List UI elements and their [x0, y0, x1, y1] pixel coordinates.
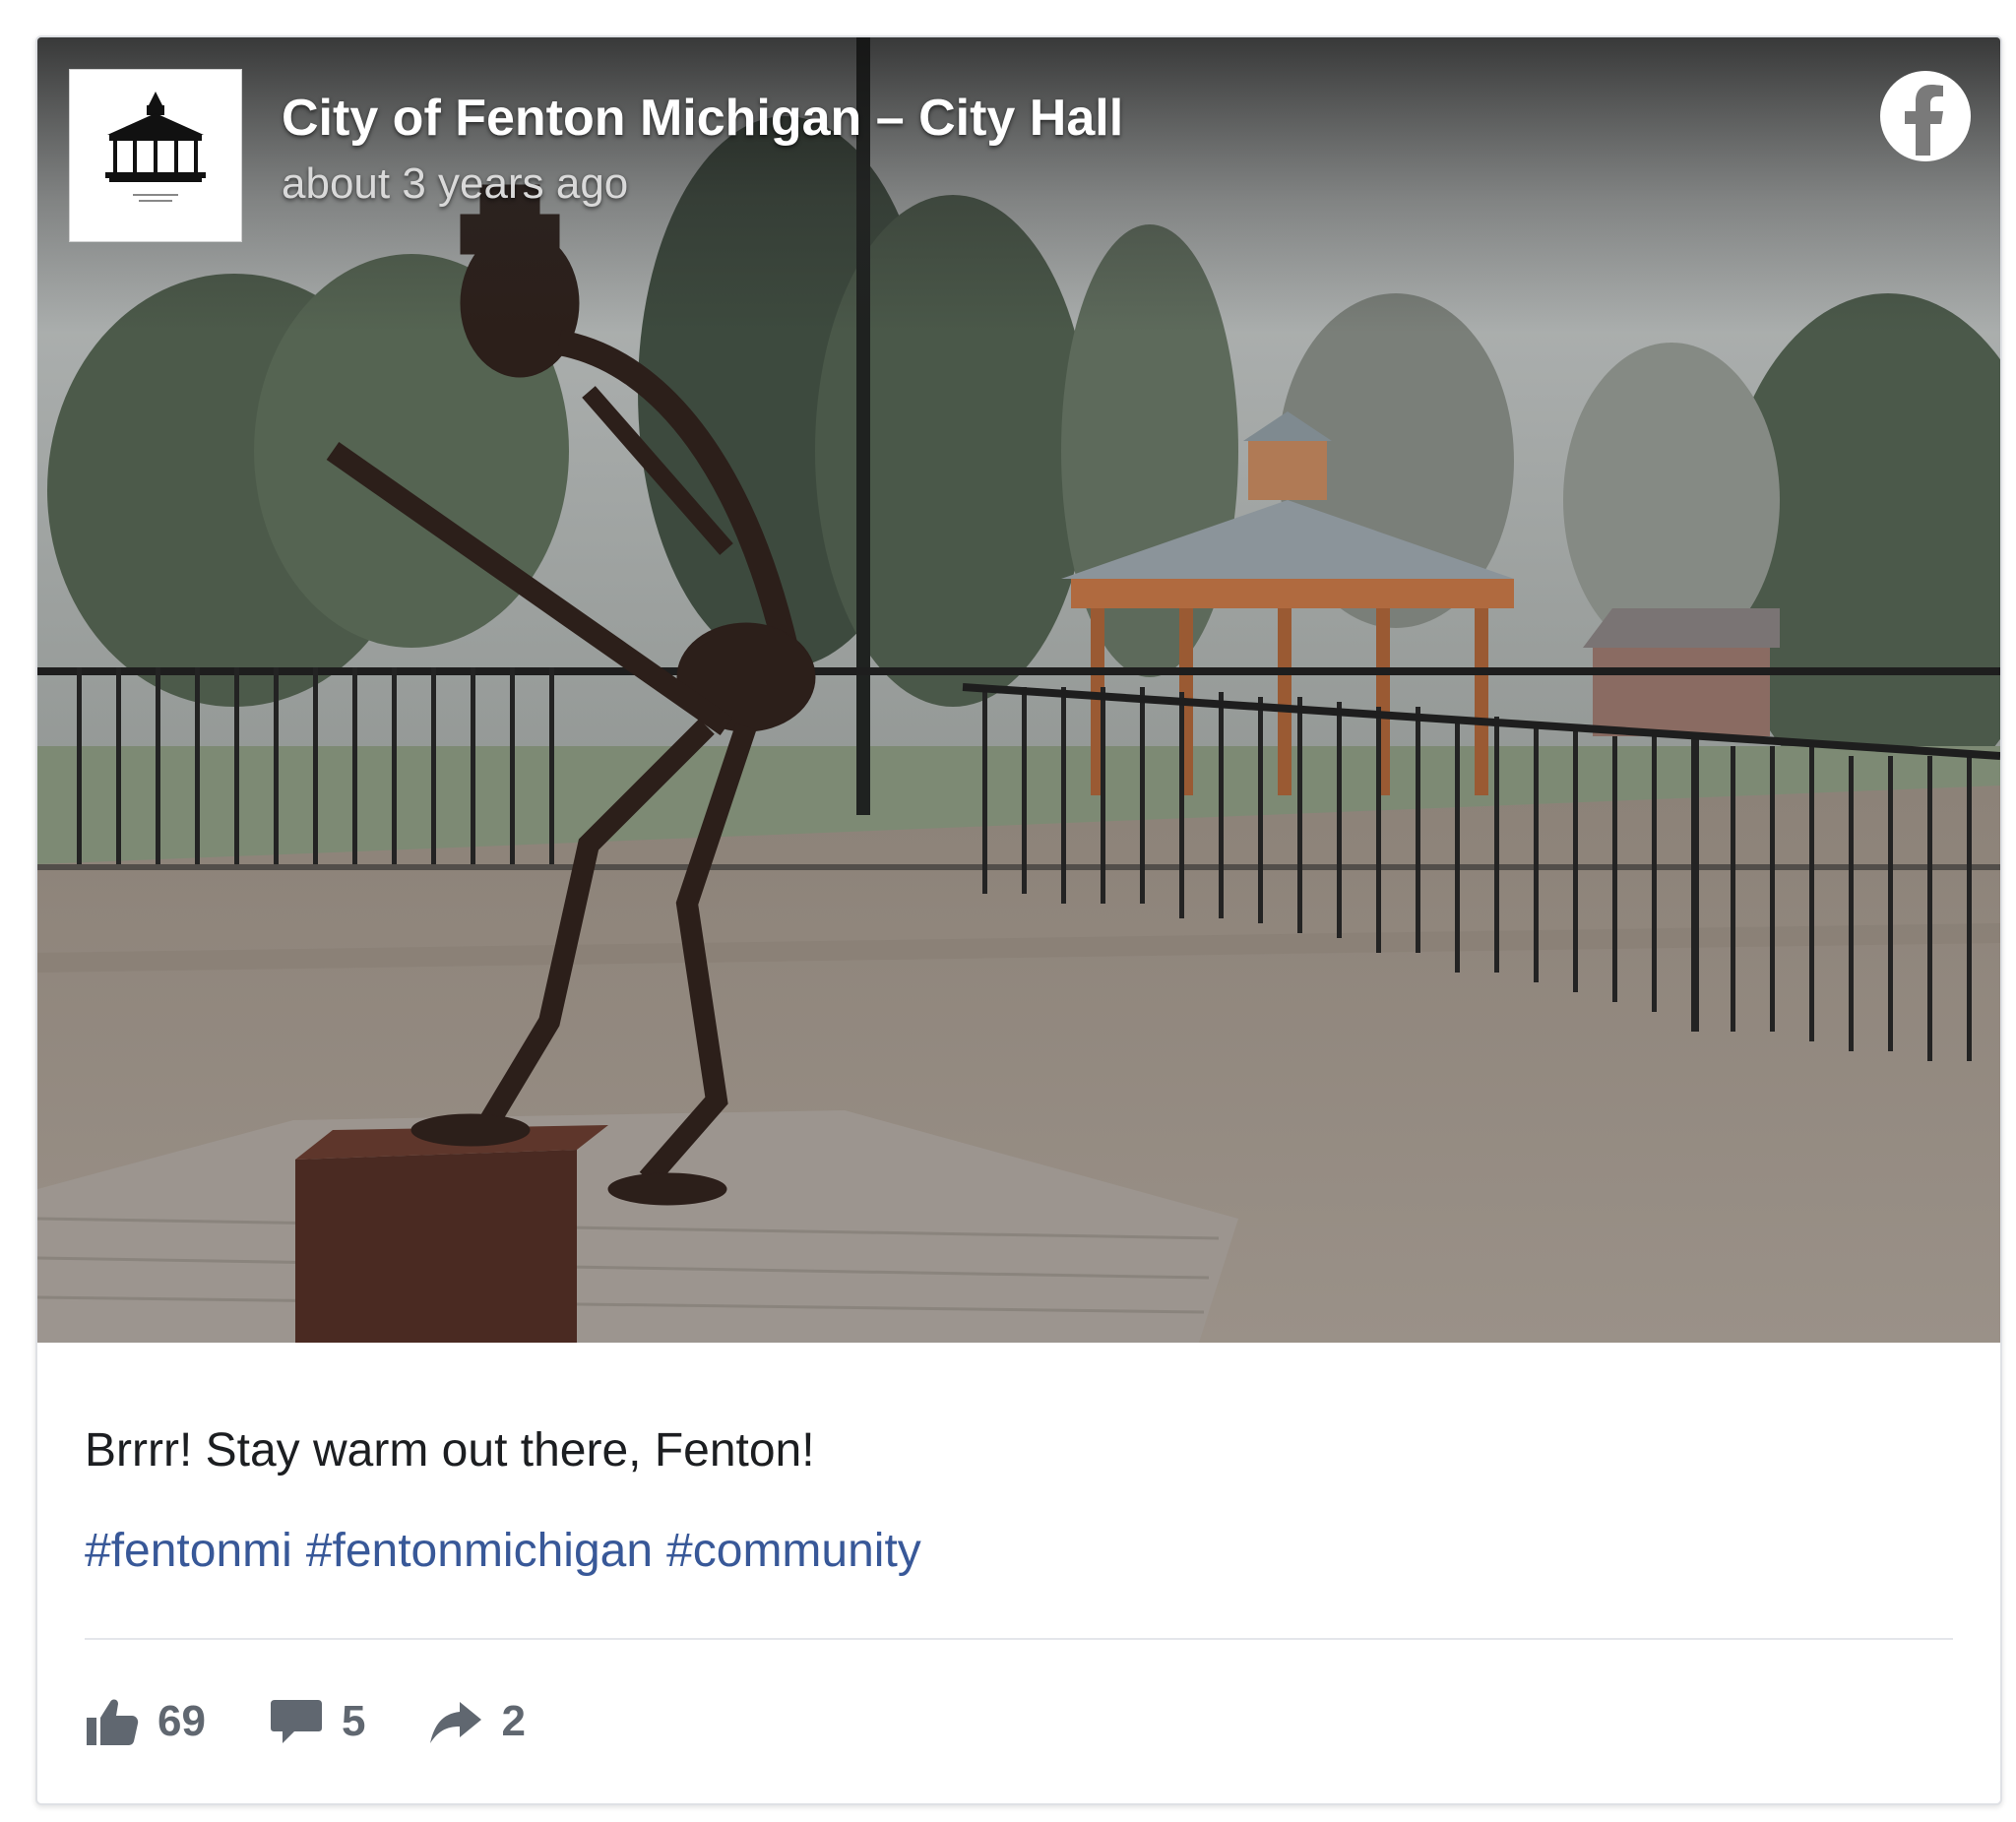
share-count: 2: [501, 1697, 526, 1745]
hashtag-link[interactable]: #community: [666, 1525, 921, 1577]
comment-count: 5: [341, 1697, 366, 1745]
divider: [85, 1638, 1953, 1640]
hashtag-link[interactable]: #fentonmichigan: [306, 1525, 653, 1577]
hashtag-list: #fentonmi #fentonmichigan #community: [85, 1524, 935, 1578]
thumbs-up-icon: [87, 1699, 139, 1745]
gazebo-logo-icon: [70, 70, 241, 241]
facebook-icon[interactable]: [1878, 69, 1973, 163]
post-timestamp[interactable]: about 3 years ago: [282, 159, 628, 209]
page-name[interactable]: City of Fenton Michigan – City Hall: [282, 89, 1123, 148]
like-button[interactable]: 69: [85, 1696, 206, 1747]
comment-icon: [270, 1700, 322, 1743]
post-message: Brrrr! Stay warm out there, Fenton!: [85, 1424, 815, 1476]
facebook-post-card: City of Fenton Michigan – City Hall abou…: [35, 35, 2002, 1805]
share-arrow-icon: [430, 1702, 482, 1743]
post-actions: 69 5 2: [85, 1687, 589, 1756]
facebook-logo-svg: [1880, 71, 1971, 161]
post-photo[interactable]: City of Fenton Michigan – City Hall abou…: [37, 37, 2000, 1343]
hashtag-link[interactable]: #fentonmi: [85, 1525, 292, 1577]
page-avatar[interactable]: [69, 69, 242, 242]
comment-button[interactable]: 5: [269, 1696, 365, 1747]
like-count: 69: [158, 1697, 206, 1745]
share-button[interactable]: 2: [428, 1696, 526, 1747]
